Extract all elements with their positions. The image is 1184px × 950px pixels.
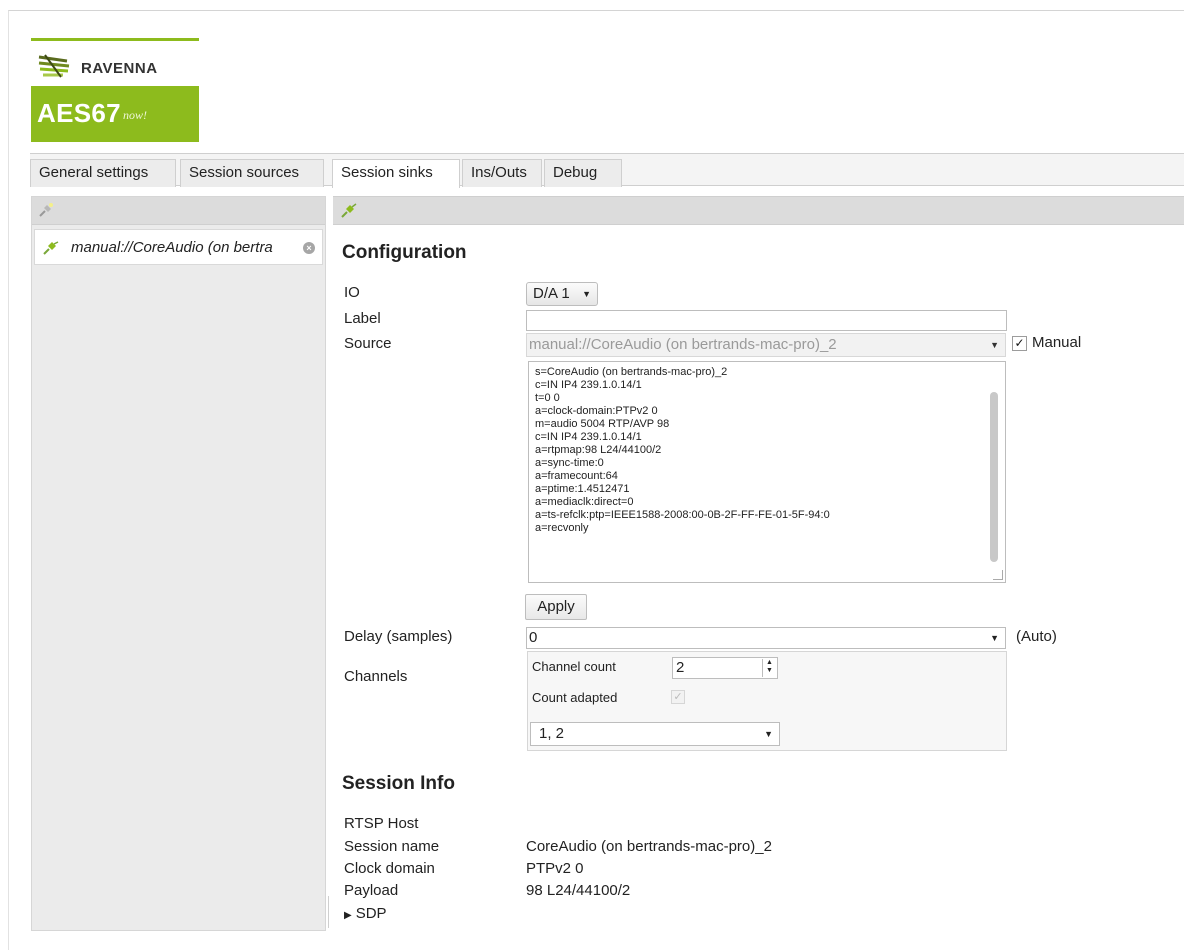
session-info-title: Session Info bbox=[342, 773, 455, 794]
channels-label: Channels bbox=[344, 668, 408, 685]
tab-bar: General settings Session sources Session… bbox=[30, 153, 1184, 188]
logo-top: RAVENNA bbox=[31, 38, 199, 86]
apply-button[interactable]: Apply bbox=[525, 594, 587, 620]
channel-map-value: 1, 2 bbox=[539, 725, 565, 742]
source-select-value: manual://CoreAudio (on bertrands-mac-pro… bbox=[529, 336, 837, 353]
sink-list-header bbox=[32, 197, 325, 225]
source-select[interactable]: manual://CoreAudio (on bertrands-mac-pro… bbox=[526, 333, 1006, 357]
sdp-line: t=0 0 bbox=[535, 392, 560, 404]
count-adapted-label: Count adapted bbox=[532, 690, 618, 705]
stepper-arrows-icon[interactable]: ▲ ▼ bbox=[762, 659, 776, 677]
plug-icon bbox=[43, 241, 59, 259]
delay-label: Delay (samples) bbox=[344, 628, 453, 645]
label-field-label: Label bbox=[344, 310, 381, 327]
disclosure-triangle-icon: ▶ bbox=[344, 910, 352, 921]
sdp-line: m=audio 5004 RTP/AVP 98 bbox=[535, 418, 670, 430]
plug-icon bbox=[341, 202, 357, 222]
tab-session-sinks[interactable]: Session sinks bbox=[332, 159, 460, 188]
divider bbox=[328, 896, 329, 928]
channel-map-select[interactable]: 1, 2 ▼ bbox=[530, 722, 780, 746]
ravenna-feather-icon bbox=[38, 54, 70, 78]
payload-value: 98 L24/44100/2 bbox=[526, 882, 631, 899]
channel-count-label: Channel count bbox=[532, 659, 616, 674]
sdp-line: a=ptime:1.4512471 bbox=[535, 483, 630, 495]
sdp-line: s=CoreAudio (on bertrands-mac-pro)_2 bbox=[535, 366, 728, 378]
tab-session-sources[interactable]: Session sources bbox=[180, 159, 324, 187]
io-select-value: D/A 1 bbox=[533, 285, 570, 302]
sdp-line: a=rtpmap:98 L24/44100/2 bbox=[535, 444, 662, 456]
sdp-line: a=framecount:64 bbox=[535, 470, 618, 482]
channels-group: Channel count 2 ▲ ▼ Count adapted ✓ 1, 2 … bbox=[527, 651, 1007, 751]
manual-checkbox-label: Manual bbox=[1032, 334, 1082, 351]
sink-list-item[interactable]: manual://CoreAudio (on bertra × bbox=[34, 229, 323, 265]
delay-select-value: 0 bbox=[529, 629, 538, 646]
rtsp-host-label: RTSP Host bbox=[344, 815, 419, 832]
tab-debug[interactable]: Debug bbox=[544, 159, 622, 187]
sdp-toggle-label: SDP bbox=[355, 905, 387, 922]
payload-label: Payload bbox=[344, 882, 399, 899]
sdp-textarea[interactable]: s=CoreAudio (on bertrands-mac-pro)_2 c=I… bbox=[528, 361, 1006, 583]
sink-item-label: manual://CoreAudio (on bertra bbox=[71, 239, 273, 256]
channel-count-stepper[interactable]: 2 ▲ ▼ bbox=[672, 657, 778, 679]
sdp-scrollbar[interactable] bbox=[990, 392, 998, 562]
sink-detail-header bbox=[333, 196, 1184, 225]
logo-bottom: AES67 now! bbox=[31, 86, 199, 142]
resize-grip-icon[interactable] bbox=[993, 570, 1003, 580]
logo-brand-text: RAVENNA bbox=[81, 60, 158, 77]
clock-domain-value: PTPv2 0 bbox=[526, 860, 584, 877]
delay-select[interactable]: 0 ▼ bbox=[526, 627, 1006, 649]
sdp-line: a=clock-domain:PTPv2 0 bbox=[535, 405, 658, 417]
sdp-line: c=IN IP4 239.1.0.14/1 bbox=[535, 379, 642, 391]
sdp-line: c=IN IP4 239.1.0.14/1 bbox=[535, 431, 642, 443]
dropdown-arrow-icon: ▼ bbox=[764, 729, 773, 739]
sdp-line: a=recvonly bbox=[535, 522, 589, 534]
add-sink-plug-icon[interactable] bbox=[38, 202, 54, 222]
source-label: Source bbox=[344, 335, 392, 352]
dropdown-arrow-icon: ▼ bbox=[582, 289, 591, 299]
channel-count-value: 2 bbox=[676, 659, 685, 676]
count-adapted-checkbox: ✓ bbox=[671, 690, 685, 704]
sdp-disclosure-toggle[interactable]: ▶ SDP bbox=[344, 905, 387, 922]
session-name-value: CoreAudio (on bertrands-mac-pro)_2 bbox=[526, 838, 772, 855]
tab-ins-outs[interactable]: Ins/Outs bbox=[462, 159, 542, 187]
clock-domain-label: Clock domain bbox=[344, 860, 435, 877]
delay-auto-label: (Auto) bbox=[1016, 628, 1057, 645]
sdp-line: a=sync-time:0 bbox=[535, 457, 604, 469]
manual-checkbox[interactable]: ✓ bbox=[1012, 336, 1027, 351]
sdp-line: a=ts-refclk:ptp=IEEE1588-2008:00-0B-2F-F… bbox=[535, 509, 830, 521]
session-name-label: Session name bbox=[344, 838, 440, 855]
io-select[interactable]: D/A 1 ▼ bbox=[526, 282, 598, 306]
dropdown-arrow-icon: ▼ bbox=[990, 633, 999, 643]
dropdown-arrow-icon: ▼ bbox=[990, 340, 999, 350]
sink-list-panel: manual://CoreAudio (on bertra × bbox=[31, 196, 326, 931]
ravenna-aes67-logo: RAVENNA AES67 now! bbox=[31, 38, 199, 142]
configuration-title: Configuration bbox=[342, 242, 467, 263]
logo-product-text: AES67 bbox=[37, 98, 121, 128]
label-input[interactable] bbox=[526, 310, 1007, 331]
tab-general-settings[interactable]: General settings bbox=[30, 159, 176, 187]
remove-icon[interactable]: × bbox=[303, 242, 315, 254]
io-label: IO bbox=[344, 284, 360, 301]
sdp-line: a=mediaclk:direct=0 bbox=[535, 496, 634, 508]
logo-tagline-text: now! bbox=[123, 108, 147, 122]
